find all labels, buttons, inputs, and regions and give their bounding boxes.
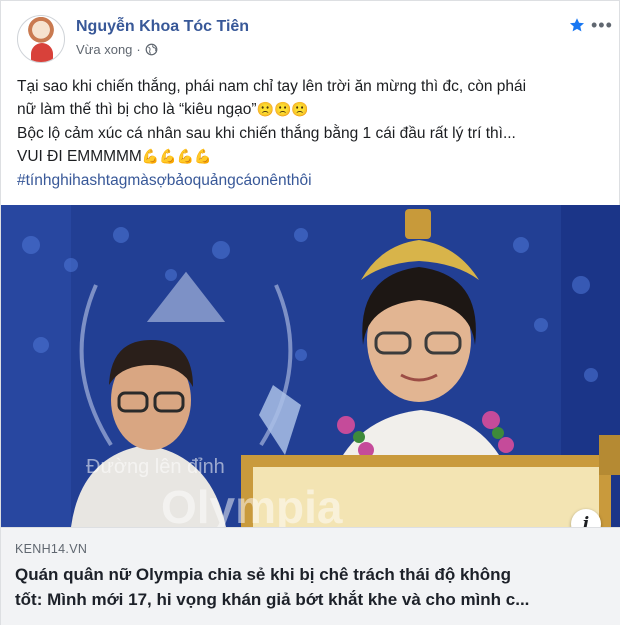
- watermark-line-1: Đường lên đỉnh: [86, 456, 225, 478]
- author-avatar[interactable]: [17, 15, 65, 63]
- post-line-3: Bộc lộ cảm xúc cá nhân sau khi chiến thắ…: [17, 122, 607, 145]
- post-photo[interactable]: Đường lên đỉnh Olympia: [1, 205, 620, 527]
- post-line-4-text: VUI ĐI EMMMMM: [17, 148, 142, 165]
- link-headline[interactable]: Quán quân nữ Olympia chia sẻ khi bị chê …: [15, 562, 611, 612]
- light-band-left: [1, 205, 71, 527]
- post-line-2-text: nữ làm thế thì bị cho là “kiêu ngạo”: [17, 101, 257, 118]
- photo-illustration: Đường lên đỉnh Olympia: [1, 205, 620, 527]
- more-options-icon[interactable]: •••: [591, 15, 613, 36]
- link-domain: KENH14.VN: [15, 542, 88, 556]
- link-headline-line-1: Quán quân nữ Olympia chia sẻ khi bị chê …: [15, 565, 511, 584]
- post-line-1-text: Tại sao khi chiến thắng, phái nam chỉ ta…: [17, 78, 527, 95]
- post-line-1: Tại sao khi chiến thắng, phái nam chỉ ta…: [17, 75, 607, 98]
- star-icon[interactable]: [569, 17, 585, 33]
- post-line-3-text: Bộc lộ cảm xúc cá nhân sau khi chiến thắ…: [17, 125, 516, 142]
- flexed-biceps-emoji: 💪💪💪💪: [141, 149, 212, 165]
- link-preview[interactable]: KENH14.VN Quán quân nữ Olympia chia sẻ k…: [1, 527, 620, 625]
- watermark-line-2: Olympia: [161, 481, 343, 527]
- post-line-4: VUI ĐI EMMMMM💪💪💪💪: [17, 145, 607, 169]
- post-hashtag-line: #tínhghihashtagmàsợbảoquảngcáonênthôi: [17, 169, 607, 192]
- author-name[interactable]: Nguyễn Khoa Tóc Tiên: [76, 18, 249, 36]
- post-meta: Vừa xong ·: [76, 42, 158, 57]
- post-time[interactable]: Vừa xong: [76, 42, 132, 57]
- link-headline-line-2: tốt: Mình mới 17, hi vọng khán giả bớt k…: [15, 590, 530, 609]
- avatar-figure: [31, 43, 53, 62]
- post-card: Nguyễn Khoa Tóc Tiên Vừa xong · ••• Tại …: [0, 0, 620, 625]
- meta-separator: ·: [136, 42, 141, 57]
- globe-icon[interactable]: [145, 43, 158, 56]
- worried-face-emoji: 🙁🙁🙁: [256, 102, 309, 118]
- hashtag-link[interactable]: #tínhghihashtagmàsợbảoquảngcáonênthôi: [17, 172, 312, 189]
- post-header: Nguyễn Khoa Tóc Tiên Vừa xong · •••: [1, 1, 620, 69]
- post-line-2: nữ làm thế thì bị cho là “kiêu ngạo”🙁🙁🙁: [17, 98, 607, 122]
- post-text: Tại sao khi chiến thắng, phái nam chỉ ta…: [17, 75, 607, 192]
